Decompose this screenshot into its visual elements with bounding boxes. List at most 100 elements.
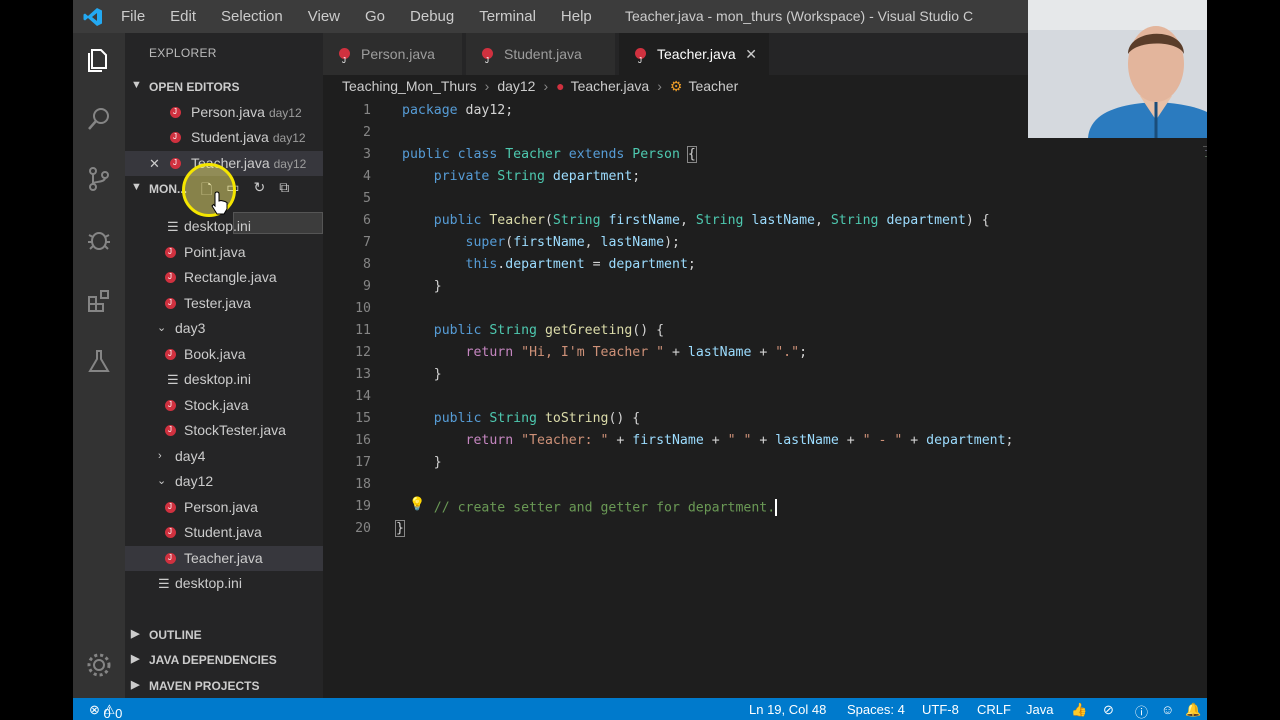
source-control-icon[interactable] — [85, 165, 113, 193]
tab-label: Person.java — [361, 46, 435, 62]
collapse-all-icon[interactable]: ⧉ — [279, 179, 289, 203]
line-ending[interactable]: CRLF — [977, 702, 1011, 717]
file-item[interactable]: ☰ desktop.ini — [125, 367, 323, 392]
file-item[interactable]: ☰ desktop.ini — [125, 571, 323, 596]
menu-view[interactable]: View — [308, 8, 340, 25]
outline-section[interactable]: ▶ OUTLINE — [125, 625, 323, 647]
language-mode[interactable]: Java — [1026, 702, 1053, 717]
close-icon[interactable]: ✕ — [745, 33, 757, 75]
menu-help[interactable]: Help — [561, 8, 592, 25]
file-label: StockTester.java — [184, 422, 286, 438]
maven-projects-section[interactable]: ▶ MAVEN PROJECTS — [125, 676, 323, 698]
code-line: } — [395, 520, 405, 537]
maven-projects-label: MAVEN PROJECTS — [149, 679, 260, 693]
line-number: 13 — [355, 367, 371, 382]
code-editor[interactable]: 1 2 3 4 5 6 7 8 9 10 11 12 13 14 15 16 1… — [323, 98, 1207, 698]
test-flask-icon[interactable] — [85, 347, 113, 375]
open-editor-label: Student.java day12 — [191, 129, 306, 145]
debug-icon[interactable] — [85, 225, 113, 253]
settings-file-icon: ☰ — [158, 576, 170, 591]
info-icon[interactable]: ⓘ — [1135, 702, 1148, 720]
menu-selection[interactable]: Selection — [221, 8, 283, 25]
folder-day3[interactable]: ⌄ day3 — [125, 316, 323, 341]
line-number: 12 — [355, 345, 371, 360]
line-number: 16 — [355, 433, 371, 448]
settings-file-icon: ☰ — [167, 372, 179, 387]
file-item[interactable]: Student.java — [125, 519, 323, 545]
line-number: 17 — [355, 455, 371, 470]
java-dependencies-label: JAVA DEPENDENCIES — [149, 653, 277, 667]
file-item[interactable]: Point.java — [125, 239, 323, 265]
file-item[interactable]: Tester.java — [125, 290, 323, 316]
hand-pointer-icon — [211, 191, 228, 215]
feedback-icon[interactable]: ☺ — [1161, 702, 1174, 717]
lightbulb-icon[interactable]: 💡 — [409, 497, 425, 512]
chevron-down-icon: ▼ — [131, 181, 142, 193]
chevron-right-icon: ▶ — [131, 653, 140, 665]
open-editor-item[interactable]: Person.javaday12 — [125, 99, 323, 125]
open-editors-label: OPEN EDITORS — [149, 80, 240, 94]
menu-file[interactable]: File — [121, 8, 145, 25]
text-caret — [775, 499, 778, 516]
line-number: 6 — [363, 213, 371, 228]
java-dependencies-section[interactable]: ▶ JAVA DEPENDENCIES — [125, 650, 323, 672]
file-item[interactable]: Person.java — [125, 494, 323, 520]
file-item[interactable]: StockTester.java — [125, 417, 323, 443]
explorer-icon[interactable] — [85, 45, 113, 73]
line-number: 2 — [363, 125, 371, 140]
settings-gear-icon[interactable] — [85, 651, 113, 679]
file-label: Rectangle.java — [184, 269, 277, 285]
tab-teacher[interactable]: Teacher.java ✕ — [619, 33, 769, 82]
breadcrumb-item[interactable]: Teaching_Mon_Thurs — [342, 78, 477, 94]
thumbs-up-icon[interactable]: 👍 — [1071, 702, 1087, 718]
java-file-icon: ● — [556, 78, 565, 94]
minimap[interactable] — [1203, 146, 1207, 160]
indentation[interactable]: Spaces: 4 — [847, 702, 905, 717]
file-item-selected[interactable]: Teacher.java — [125, 545, 323, 571]
file-label: Stock.java — [184, 397, 249, 413]
chevron-right-icon: › — [543, 78, 549, 94]
code-line: } — [402, 279, 442, 294]
file-label: Point.java — [184, 244, 246, 260]
line-number: 18 — [355, 477, 371, 492]
tab-student[interactable]: Student.java — [466, 33, 615, 82]
chevron-right-icon: › — [484, 78, 490, 94]
line-number: 1 — [363, 103, 371, 118]
open-editor-item[interactable]: Student.javaday12 — [125, 124, 323, 150]
file-item[interactable]: ☰ desktop.ini — [125, 214, 323, 239]
encoding[interactable]: UTF-8 — [922, 702, 959, 717]
breadcrumb-item[interactable]: day12 — [497, 78, 535, 94]
bell-slash-icon[interactable]: ⊘ — [1103, 702, 1114, 718]
file-item[interactable]: Stock.java — [125, 392, 323, 418]
open-editors-section[interactable]: ▼ OPEN EDITORS — [125, 77, 323, 99]
folder-day12[interactable]: ⌄ day12 — [125, 469, 323, 494]
file-label: Book.java — [184, 346, 246, 362]
breadcrumb-item[interactable]: Teacher.java — [571, 78, 650, 94]
file-label: Person.java — [184, 499, 258, 515]
close-icon[interactable]: ✕ — [149, 151, 160, 176]
refresh-icon[interactable]: ↻ — [254, 179, 266, 203]
java-file-icon — [339, 40, 350, 82]
chevron-down-icon: ▼ — [131, 79, 142, 91]
file-label: Teacher.java — [184, 550, 263, 566]
extensions-icon[interactable] — [85, 287, 113, 315]
cursor-position[interactable]: Ln 19, Col 48 — [749, 702, 826, 717]
folder-day4[interactable]: › day4 — [125, 444, 323, 469]
problems-indicator[interactable]: ⊗ 0 ⚠ 0 — [89, 702, 122, 720]
breadcrumb-item[interactable]: Teacher — [688, 78, 738, 94]
line-number: 10 — [355, 301, 371, 316]
tab-person[interactable]: Person.java — [323, 33, 462, 82]
search-icon[interactable] — [85, 105, 113, 133]
menu-edit[interactable]: Edit — [170, 8, 196, 25]
file-item[interactable]: Rectangle.java — [125, 264, 323, 290]
line-number: 15 — [355, 411, 371, 426]
java-file-icon — [165, 545, 176, 570]
file-item[interactable]: Book.java — [125, 341, 323, 367]
menu-terminal[interactable]: Terminal — [479, 8, 536, 25]
bell-icon[interactable]: 🔔 — [1185, 702, 1201, 718]
open-editor-label: Person.java day12 — [191, 104, 302, 120]
code-line: public class Teacher extends Person { — [402, 146, 697, 163]
menu-debug[interactable]: Debug — [410, 8, 454, 25]
menu-go[interactable]: Go — [365, 8, 385, 25]
chevron-right-icon: › — [657, 78, 662, 94]
